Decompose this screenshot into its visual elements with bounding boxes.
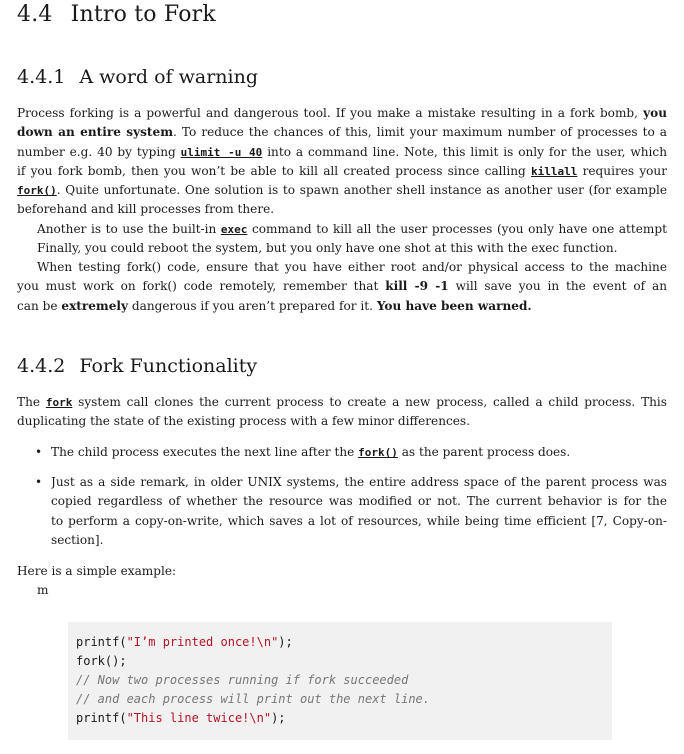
inline-code: exec: [220, 223, 248, 236]
section-number: 4.4.1: [17, 66, 66, 88]
section-number: 4.4.2: [17, 355, 66, 377]
bullet-text: Just as a side remark, in older UNIX sys…: [51, 473, 667, 550]
text-line: if you fork bomb, then you won’t be able…: [17, 163, 667, 178]
fork-intro-paragraph: The fork system call clones the current …: [17, 393, 667, 432]
bullet-item: • Just as a side remark, in older UNIX s…: [35, 473, 667, 551]
text-line: When testing fork() code, ensure that yo…: [37, 260, 667, 274]
example-intro: Here is a simple example:: [17, 562, 667, 581]
section-heading-warning: 4.4.1 A word of warning: [17, 66, 258, 88]
warning-paragraph-2: Another is to use the built-in exec comm…: [17, 220, 667, 259]
code-listing: printf("I’m printed once!\n"); fork(); /…: [68, 622, 612, 740]
code-comment: // Now two processes running if fork suc…: [76, 673, 409, 687]
text-line: Just as a side remark, in older UNIX sys…: [51, 475, 667, 489]
section-title: Fork Functionality: [79, 355, 258, 377]
inline-code: fork: [45, 396, 73, 409]
text-line: you must work on fork() code remotely, r…: [17, 279, 667, 294]
code-line: fork();: [76, 654, 127, 668]
text-line: fork(). Quite unfortunate. One solution …: [17, 183, 667, 198]
bullet-icon: •: [35, 445, 43, 459]
code-comment: // and each process will print out the n…: [76, 692, 431, 706]
inline-code: ulimit -u 40: [180, 145, 263, 159]
warning-paragraph-1: Process forking is a powerful and danger…: [17, 104, 667, 220]
text-line: The fork system call clones the current …: [17, 395, 667, 409]
inline-code: killall: [531, 164, 578, 178]
bullet-text: The child process executes the next line…: [51, 445, 571, 459]
text-line: can be extremely dangerous if you aren’t…: [17, 298, 532, 313]
text-line: number e.g. 40 by typing ulimit -u 40 in…: [17, 144, 667, 159]
text-line: down an entire system. To reduce the cha…: [17, 125, 667, 140]
code-line: printf("I’m printed once!\n");: [76, 635, 293, 649]
warning-paragraph-3: When testing fork() code, ensure that yo…: [17, 258, 667, 316]
inline-code: fork(): [17, 184, 57, 198]
text-line: beforehand and kill processes from there…: [17, 202, 275, 217]
section-title: A word of warning: [79, 66, 259, 88]
code-string: "This line twice!\n": [126, 711, 272, 725]
chapter-title: Intro to Fork: [70, 2, 216, 27]
text-line: duplicating the state of the existing pr…: [17, 414, 470, 429]
chapter-heading: 4.4 Intro to Fork: [17, 2, 216, 27]
code-string: "I’m printed once!\n": [126, 635, 279, 649]
text-line: Another is to use the built-in exec comm…: [37, 222, 667, 236]
chapter-number: 4.4: [17, 2, 53, 27]
stray-character: m: [37, 583, 49, 597]
text-line: Finally, you could reboot the system, bu…: [37, 241, 618, 256]
text-line: Process forking is a powerful and danger…: [17, 106, 667, 120]
code-line: printf("This line twice!\n");: [76, 711, 286, 725]
text-line: Here is a simple example:: [17, 564, 177, 578]
bullet-item: • The child process executes the next li…: [35, 443, 667, 463]
section-heading-fork-functionality: 4.4.2 Fork Functionality: [17, 355, 257, 377]
inline-code: fork(): [358, 446, 398, 459]
document-page: 4.4 Intro to Fork 4.4.1 A word of warning …: [0, 0, 684, 754]
text-line: section].: [51, 532, 104, 547]
bullet-icon: •: [35, 475, 43, 489]
text-line: to perform a copy-on-write, which saves …: [51, 513, 667, 528]
text-line: copied regardless of whether the resourc…: [51, 494, 667, 509]
